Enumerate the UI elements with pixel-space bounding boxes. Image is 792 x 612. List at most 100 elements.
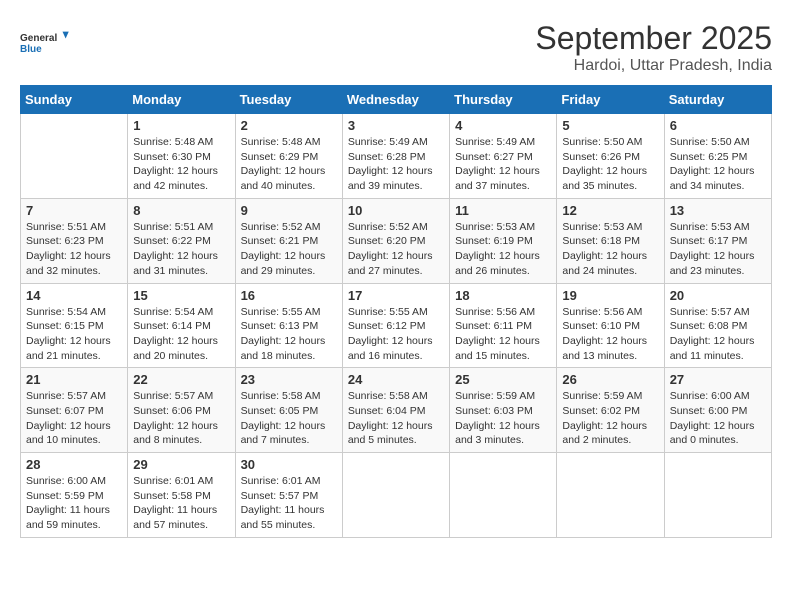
logo-svg: General Blue: [20, 20, 70, 65]
day-number: 8: [133, 203, 229, 218]
day-number: 26: [562, 372, 658, 387]
day-number: 29: [133, 457, 229, 472]
day-info: Sunrise: 5:49 AMSunset: 6:28 PMDaylight:…: [348, 135, 444, 194]
calendar-cell: 15 Sunrise: 5:54 AMSunset: 6:14 PMDayligh…: [128, 283, 235, 368]
day-number: 19: [562, 288, 658, 303]
calendar-cell: 6 Sunrise: 5:50 AMSunset: 6:25 PMDaylight…: [664, 114, 771, 199]
day-number: 9: [241, 203, 337, 218]
day-number: 14: [26, 288, 122, 303]
day-number: 23: [241, 372, 337, 387]
calendar-cell: 5Sunrise: 5:50 AMSunset: 6:26 PMDaylight…: [557, 114, 664, 199]
dow-header: Tuesday: [235, 86, 342, 114]
calendar-cell: 27 Sunrise: 6:00 AMSunset: 6:00 PMDayligh…: [664, 368, 771, 453]
calendar-cell: 30Sunrise: 6:01 AMSunset: 5:57 PMDayligh…: [235, 453, 342, 538]
day-number: 27: [670, 372, 766, 387]
day-info: Sunrise: 5:56 AMSunset: 6:10 PMDaylight:…: [562, 305, 658, 364]
day-info: Sunrise: 5:58 AMSunset: 6:05 PMDaylight:…: [241, 389, 337, 448]
calendar-cell: 4 Sunrise: 5:49 AMSunset: 6:27 PMDaylight…: [450, 114, 557, 199]
calendar-cell: 13 Sunrise: 5:53 AMSunset: 6:17 PMDayligh…: [664, 198, 771, 283]
day-number: 4: [455, 118, 551, 133]
calendar-cell: 21 Sunrise: 5:57 AMSunset: 6:07 PMDayligh…: [21, 368, 128, 453]
day-info: Sunrise: 5:54 AMSunset: 6:14 PMDaylight:…: [133, 305, 229, 364]
day-number: 7: [26, 203, 122, 218]
day-info: Sunrise: 5:50 AMSunset: 6:26 PMDaylight:…: [562, 135, 658, 194]
day-number: 13: [670, 203, 766, 218]
day-info: Sunrise: 5:57 AMSunset: 6:08 PMDaylight:…: [670, 305, 766, 364]
day-number: 17: [348, 288, 444, 303]
day-number: 3: [348, 118, 444, 133]
dow-header: Saturday: [664, 86, 771, 114]
day-info: Sunrise: 5:49 AMSunset: 6:27 PMDaylight:…: [455, 135, 551, 194]
dow-header: Friday: [557, 86, 664, 114]
svg-text:General: General: [20, 33, 57, 44]
day-number: 28: [26, 457, 122, 472]
calendar-cell: 10 Sunrise: 5:52 AMSunset: 6:20 PMDayligh…: [342, 198, 449, 283]
day-info: Sunrise: 5:52 AMSunset: 6:20 PMDaylight:…: [348, 220, 444, 279]
calendar-cell: [21, 114, 128, 199]
calendar-cell: 8 Sunrise: 5:51 AMSunset: 6:22 PMDaylight…: [128, 198, 235, 283]
day-info: Sunrise: 5:57 AMSunset: 6:07 PMDaylight:…: [26, 389, 122, 448]
day-info: Sunrise: 5:53 AMSunset: 6:17 PMDaylight:…: [670, 220, 766, 279]
calendar-cell: 1 Sunrise: 5:48 AMSunset: 6:30 PMDaylight…: [128, 114, 235, 199]
calendar-cell: 23 Sunrise: 5:58 AMSunset: 6:05 PMDayligh…: [235, 368, 342, 453]
day-number: 1: [133, 118, 229, 133]
day-info: Sunrise: 5:48 AMSunset: 6:29 PMDaylight:…: [241, 135, 337, 194]
calendar-cell: [342, 453, 449, 538]
day-info: Sunrise: 6:01 AMSunset: 5:57 PMDaylight:…: [241, 474, 337, 533]
month-title: September 2025: [535, 20, 772, 57]
day-number: 20: [670, 288, 766, 303]
calendar-cell: 26 Sunrise: 5:59 AMSunset: 6:02 PMDayligh…: [557, 368, 664, 453]
day-info: Sunrise: 6:00 AMSunset: 6:00 PMDaylight:…: [670, 389, 766, 448]
calendar-cell: 3 Sunrise: 5:49 AMSunset: 6:28 PMDaylight…: [342, 114, 449, 199]
dow-header: Monday: [128, 86, 235, 114]
calendar-cell: 25 Sunrise: 5:59 AMSunset: 6:03 PMDayligh…: [450, 368, 557, 453]
day-number: 18: [455, 288, 551, 303]
calendar-cell: 2 Sunrise: 5:48 AMSunset: 6:29 PMDaylight…: [235, 114, 342, 199]
calendar-cell: [664, 453, 771, 538]
calendar-cell: 9Sunrise: 5:52 AMSunset: 6:21 PMDaylight…: [235, 198, 342, 283]
day-info: Sunrise: 5:59 AMSunset: 6:02 PMDaylight:…: [562, 389, 658, 448]
logo: General Blue: [20, 20, 70, 65]
day-number: 11: [455, 203, 551, 218]
day-number: 25: [455, 372, 551, 387]
day-info: Sunrise: 5:59 AMSunset: 6:03 PMDaylight:…: [455, 389, 551, 448]
dow-header: Sunday: [21, 86, 128, 114]
calendar-cell: 20 Sunrise: 5:57 AMSunset: 6:08 PMDayligh…: [664, 283, 771, 368]
day-number: 24: [348, 372, 444, 387]
day-number: 21: [26, 372, 122, 387]
calendar-cell: 19 Sunrise: 5:56 AMSunset: 6:10 PMDayligh…: [557, 283, 664, 368]
day-number: 10: [348, 203, 444, 218]
calendar-cell: 7Sunrise: 5:51 AMSunset: 6:23 PMDaylight…: [21, 198, 128, 283]
calendar-cell: 28 Sunrise: 6:00 AMSunset: 5:59 PMDayligh…: [21, 453, 128, 538]
day-number: 2: [241, 118, 337, 133]
calendar-cell: 18Sunrise: 5:56 AMSunset: 6:11 PMDayligh…: [450, 283, 557, 368]
day-info: Sunrise: 5:54 AMSunset: 6:15 PMDaylight:…: [26, 305, 122, 364]
dow-header: Thursday: [450, 86, 557, 114]
day-info: Sunrise: 5:53 AMSunset: 6:19 PMDaylight:…: [455, 220, 551, 279]
day-number: 6: [670, 118, 766, 133]
day-info: Sunrise: 5:48 AMSunset: 6:30 PMDaylight:…: [133, 135, 229, 194]
calendar-cell: [450, 453, 557, 538]
dow-header: Wednesday: [342, 86, 449, 114]
calendar-cell: 14 Sunrise: 5:54 AMSunset: 6:15 PMDayligh…: [21, 283, 128, 368]
title-block: September 2025 Hardoi, Uttar Pradesh, In…: [535, 20, 772, 75]
day-info: Sunrise: 5:50 AMSunset: 6:25 PMDaylight:…: [670, 135, 766, 194]
day-info: Sunrise: 5:51 AMSunset: 6:22 PMDaylight:…: [133, 220, 229, 279]
day-info: Sunrise: 6:01 AMSunset: 5:58 PMDaylight:…: [133, 474, 229, 533]
day-number: 12: [562, 203, 658, 218]
day-info: Sunrise: 5:58 AMSunset: 6:04 PMDaylight:…: [348, 389, 444, 448]
calendar-cell: [557, 453, 664, 538]
calendar-cell: 17Sunrise: 5:55 AMSunset: 6:12 PMDayligh…: [342, 283, 449, 368]
calendar-cell: 22 Sunrise: 5:57 AMSunset: 6:06 PMDayligh…: [128, 368, 235, 453]
svg-text:Blue: Blue: [20, 44, 42, 55]
calendar-cell: 11 Sunrise: 5:53 AMSunset: 6:19 PMDayligh…: [450, 198, 557, 283]
calendar-cell: 12 Sunrise: 5:53 AMSunset: 6:18 PMDayligh…: [557, 198, 664, 283]
day-info: Sunrise: 6:00 AMSunset: 5:59 PMDaylight:…: [26, 474, 122, 533]
calendar-cell: 29 Sunrise: 6:01 AMSunset: 5:58 PMDayligh…: [128, 453, 235, 538]
page-header: General Blue September 2025 Hardoi, Utta…: [20, 20, 772, 75]
day-number: 22: [133, 372, 229, 387]
location-subtitle: Hardoi, Uttar Pradesh, India: [535, 57, 772, 75]
day-info: Sunrise: 5:57 AMSunset: 6:06 PMDaylight:…: [133, 389, 229, 448]
day-number: 15: [133, 288, 229, 303]
day-info: Sunrise: 5:53 AMSunset: 6:18 PMDaylight:…: [562, 220, 658, 279]
